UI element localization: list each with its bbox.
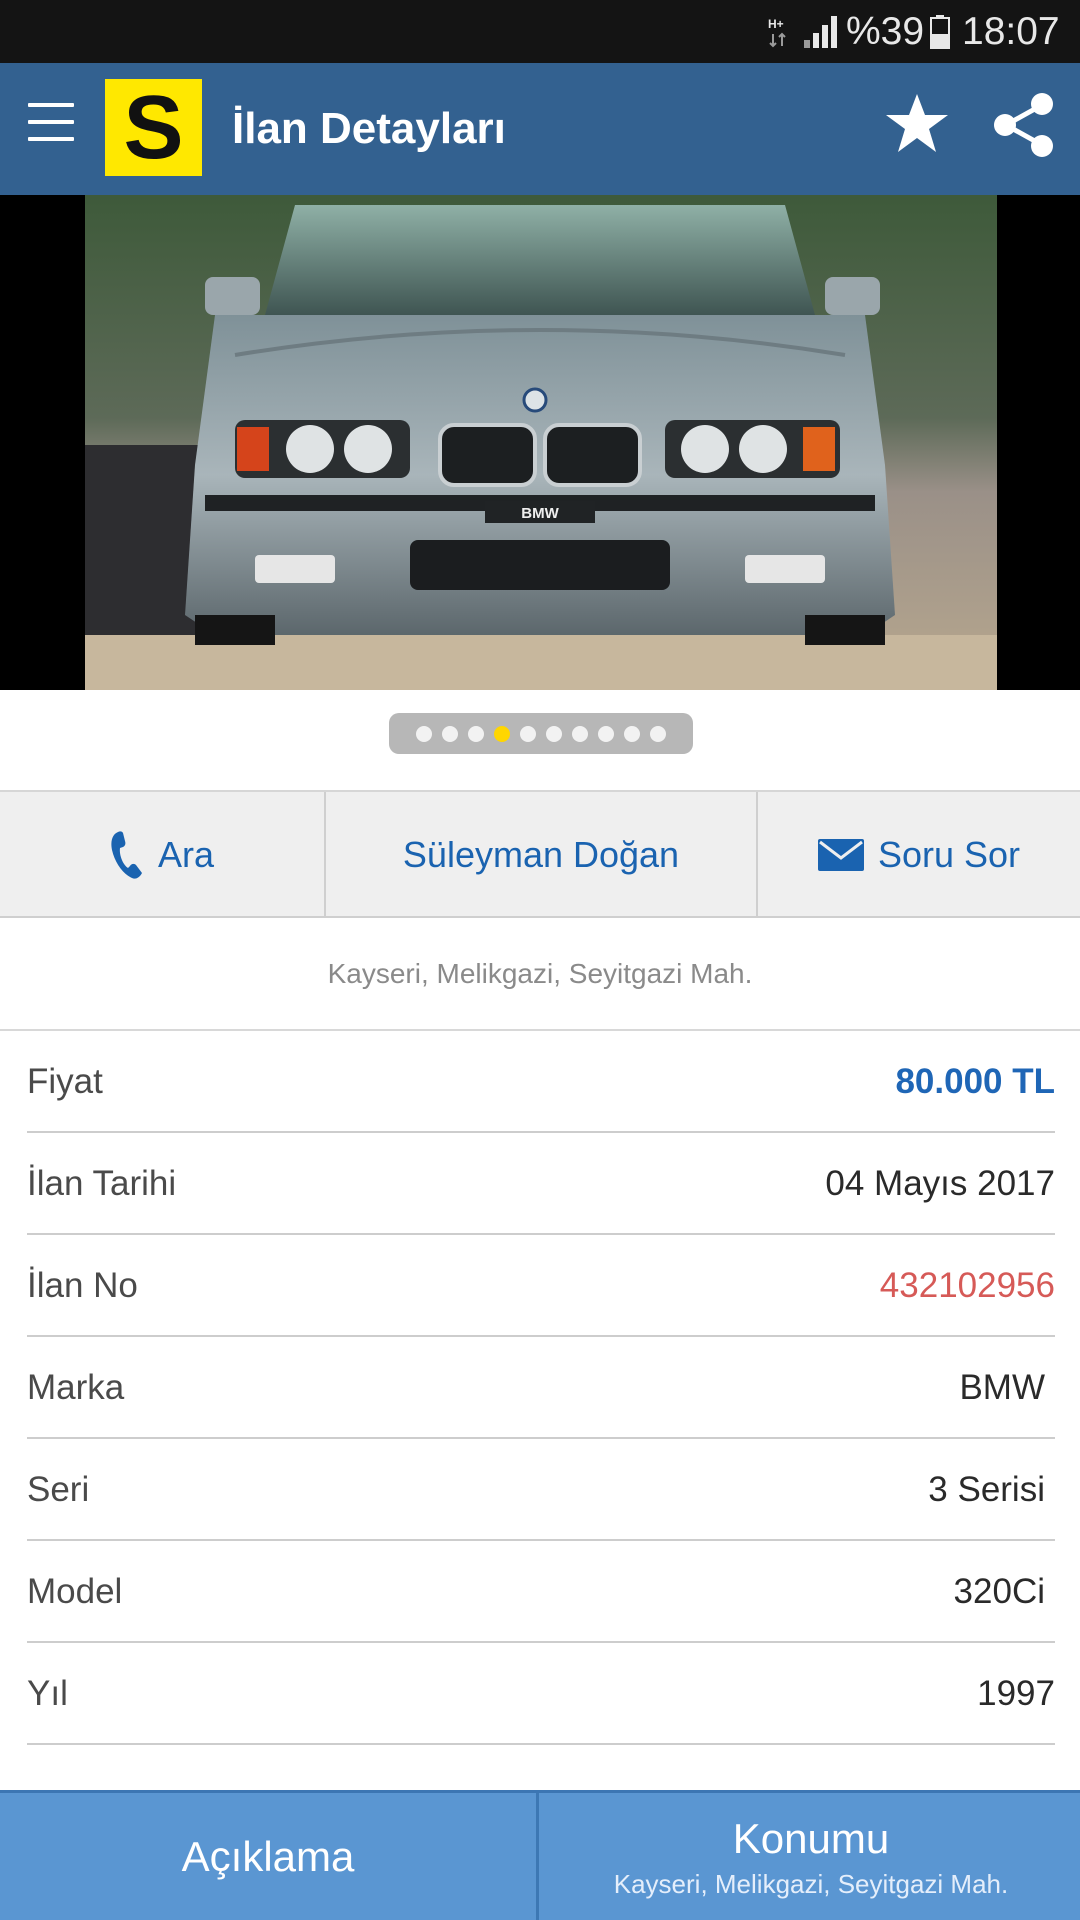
clock: 18:07 — [962, 10, 1060, 53]
detail-value: 320Ci — [953, 1572, 1045, 1611]
listing-location: Kayseri, Melikgazi, Seyitgazi Mah. — [0, 918, 1080, 1031]
signal-icon — [804, 16, 837, 48]
pager-dot[interactable] — [572, 725, 588, 742]
detail-label: Seri — [27, 1470, 90, 1509]
logo-letter: S — [123, 77, 184, 178]
detail-label: Yıl — [27, 1674, 68, 1713]
battery-icon — [930, 15, 950, 49]
detail-label: İlan No — [27, 1266, 138, 1305]
call-button[interactable]: Ara — [0, 792, 326, 918]
battery-percent: %39 — [846, 10, 925, 53]
pager-dot[interactable] — [468, 725, 484, 742]
listing-photo[interactable]: BMW — [0, 195, 1080, 690]
detail-value: 04 Mayıs 2017 — [825, 1164, 1055, 1203]
pager-dot[interactable] — [494, 725, 510, 742]
location-tab-label: Konumu — [732, 1815, 890, 1862]
detail-row-brand: Marka BMW — [27, 1337, 1055, 1439]
app-logo[interactable]: S — [105, 79, 202, 176]
pager-dot[interactable] — [416, 725, 432, 742]
seller-name-button[interactable]: Süleyman Doğan — [326, 792, 758, 918]
seller-name: Süleyman Doğan — [402, 834, 680, 875]
pager-dot[interactable] — [650, 725, 666, 742]
detail-row-model: Model 320Ci — [27, 1541, 1055, 1643]
detail-row-year: Yıl 1997 — [27, 1643, 1055, 1745]
network-type-icon: H+ — [768, 17, 786, 48]
detail-label: İlan Tarihi — [27, 1164, 177, 1203]
pager-dot[interactable] — [624, 725, 640, 742]
details-list: Fiyat 80.000 TL İlan Tarihi 04 Mayıs 201… — [27, 1031, 1055, 1745]
call-label: Ara — [157, 834, 215, 875]
description-tab-label: Açıklama — [181, 1832, 355, 1880]
detail-label: Fiyat — [27, 1062, 103, 1101]
svg-text:H+: H+ — [768, 17, 784, 31]
detail-label: Marka — [27, 1368, 125, 1407]
pager-dot[interactable] — [546, 725, 562, 742]
ask-question-button[interactable]: Soru Sor — [758, 792, 1080, 918]
mail-icon — [817, 839, 864, 871]
pager-dot[interactable] — [442, 725, 458, 742]
detail-row-listing-no: İlan No 432102956 — [27, 1235, 1055, 1337]
detail-value: BMW — [959, 1368, 1045, 1407]
plate-text: BMW — [521, 505, 559, 522]
phone-icon — [111, 831, 142, 879]
bottom-tab-bar: Açıklama Konumu Kayseri, Melikgazi, Seyi… — [0, 1790, 1080, 1920]
car-photo-image: BMW — [85, 195, 997, 690]
pager-dot[interactable] — [520, 725, 536, 742]
pager-dot[interactable] — [598, 725, 614, 742]
description-tab[interactable]: Açıklama — [0, 1793, 539, 1920]
listing-number-value: 432102956 — [879, 1266, 1055, 1305]
page-title: İlan Detayları — [232, 104, 506, 153]
share-icon[interactable] — [992, 91, 1056, 159]
ask-label: Soru Sor — [877, 834, 1021, 875]
star-icon[interactable] — [884, 91, 950, 157]
status-bar: H+ %39 18:07 — [0, 0, 1080, 63]
menu-icon[interactable] — [28, 101, 74, 147]
detail-label: Model — [27, 1572, 123, 1611]
detail-row-price: Fiyat 80.000 TL — [27, 1031, 1055, 1133]
detail-row-series: Seri 3 Serisi — [27, 1439, 1055, 1541]
detail-value: 3 Serisi — [928, 1470, 1045, 1509]
contact-action-row: Ara Süleyman Doğan Soru Sor — [0, 790, 1080, 918]
app-bar: S İlan Detayları — [0, 63, 1080, 195]
location-tab[interactable]: Konumu Kayseri, Melikgazi, Seyitgazi Mah… — [542, 1793, 1080, 1920]
price-value: 80.000 TL — [895, 1062, 1055, 1101]
detail-value: 1997 — [977, 1674, 1055, 1713]
photo-pager[interactable] — [389, 713, 693, 754]
detail-row-date: İlan Tarihi 04 Mayıs 2017 — [27, 1133, 1055, 1235]
location-tab-subtitle: Kayseri, Melikgazi, Seyitgazi Mah. — [613, 1869, 1009, 1899]
